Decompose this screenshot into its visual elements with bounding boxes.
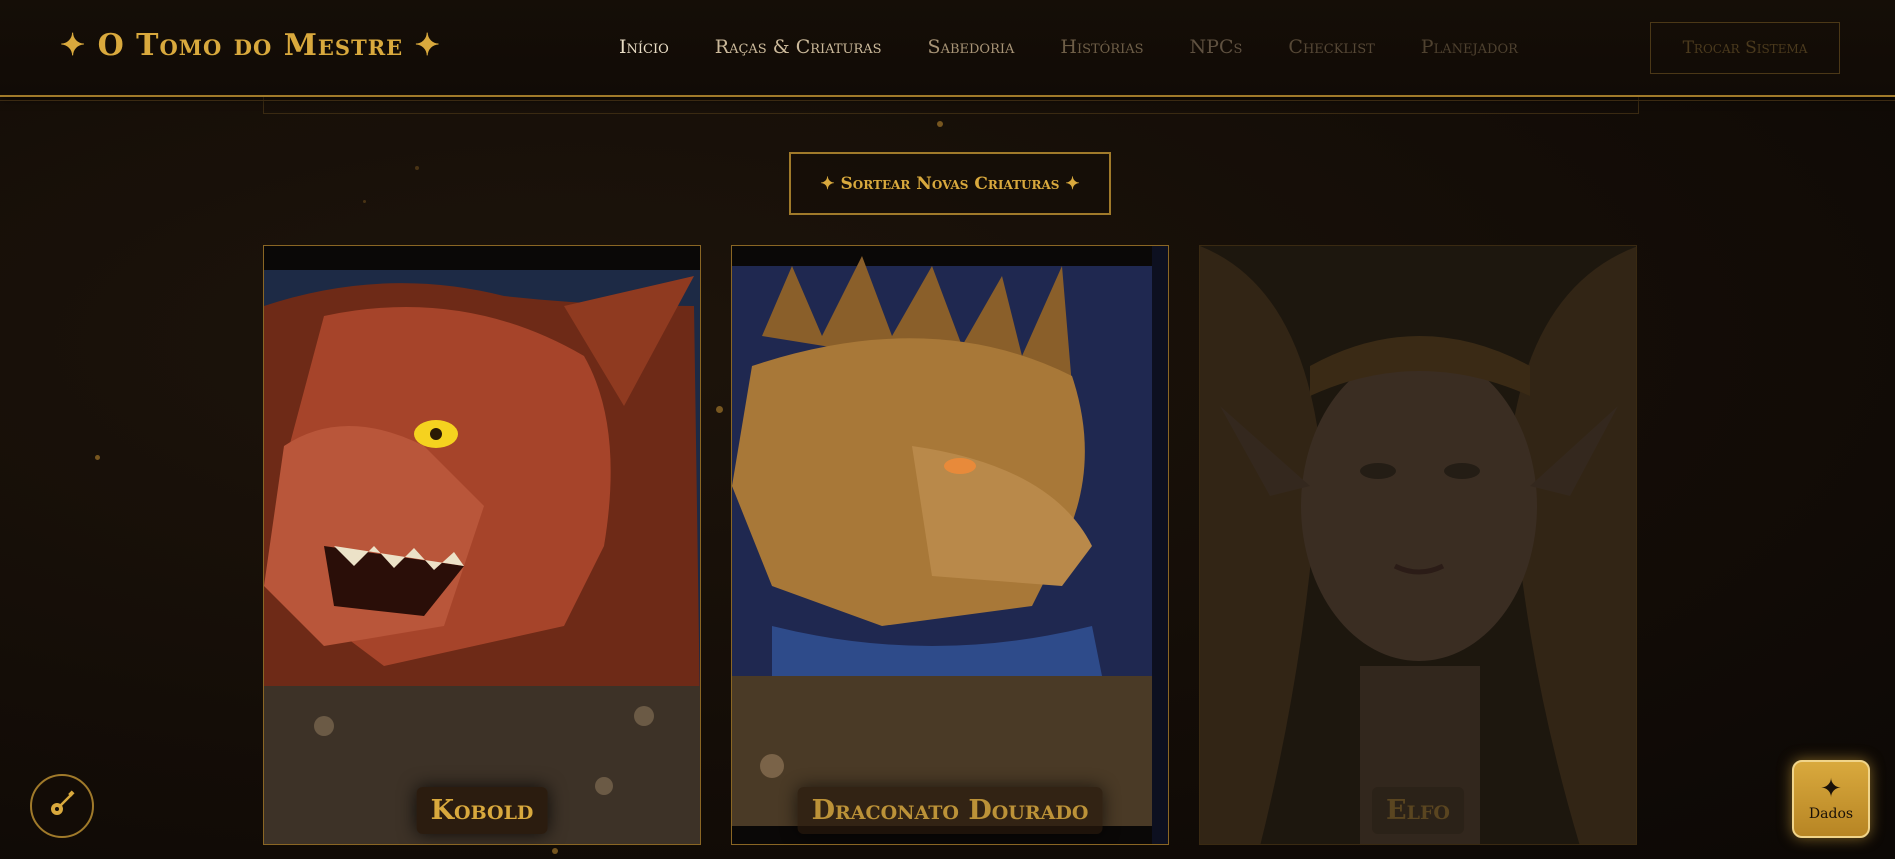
site-header: ✦ O Tomo do Mestre ✦ Início Raças & Cria… <box>0 0 1895 101</box>
nav-item-checklist[interactable]: Checklist <box>1288 36 1374 58</box>
background-particle <box>363 200 366 203</box>
site-logo[interactable]: ✦ O Tomo do Mestre ✦ <box>60 28 441 63</box>
nav-item-inicio[interactable]: Início <box>619 36 669 58</box>
background-particle <box>716 406 723 413</box>
background-particle <box>415 166 419 170</box>
background-particle <box>552 848 558 854</box>
music-toggle-button[interactable] <box>30 774 94 838</box>
creature-card-kobold[interactable]: Kobold <box>263 245 701 845</box>
dice-label: Dados <box>1808 806 1854 822</box>
nav-item-planejador[interactable]: Planejador <box>1421 36 1518 58</box>
nav-item-npcs[interactable]: NPCs <box>1190 36 1243 58</box>
guitar-icon <box>48 790 76 822</box>
nav-item-racas[interactable]: Raças & Criaturas <box>715 36 882 58</box>
draconato-portrait <box>732 246 1168 844</box>
background-particle <box>95 455 100 460</box>
nav-item-sabedoria[interactable]: Sabedoria <box>928 36 1015 58</box>
creature-name: Draconato Dourado <box>797 787 1103 834</box>
star-icon: ✦ <box>1820 774 1842 804</box>
creature-name: Kobold <box>416 787 548 834</box>
background-particle <box>937 121 943 127</box>
nav-item-historias[interactable]: Histórias <box>1060 36 1143 58</box>
creature-card-elfo[interactable]: Elfo <box>1199 245 1637 845</box>
shuffle-creatures-button[interactable]: ✦ Sortear Novas Criaturas ✦ <box>789 152 1111 215</box>
kobold-portrait <box>264 246 700 844</box>
switch-system-button[interactable]: Trocar Sistema <box>1650 22 1840 74</box>
dice-roller-button[interactable]: ✦ Dados <box>1792 760 1870 838</box>
creature-card-draconato-dourado[interactable]: Draconato Dourado <box>731 245 1169 845</box>
elfo-portrait <box>1200 246 1636 844</box>
creature-name: Elfo <box>1372 787 1464 834</box>
main-nav: Início Raças & Criaturas Sabedoria Histó… <box>619 36 1564 58</box>
